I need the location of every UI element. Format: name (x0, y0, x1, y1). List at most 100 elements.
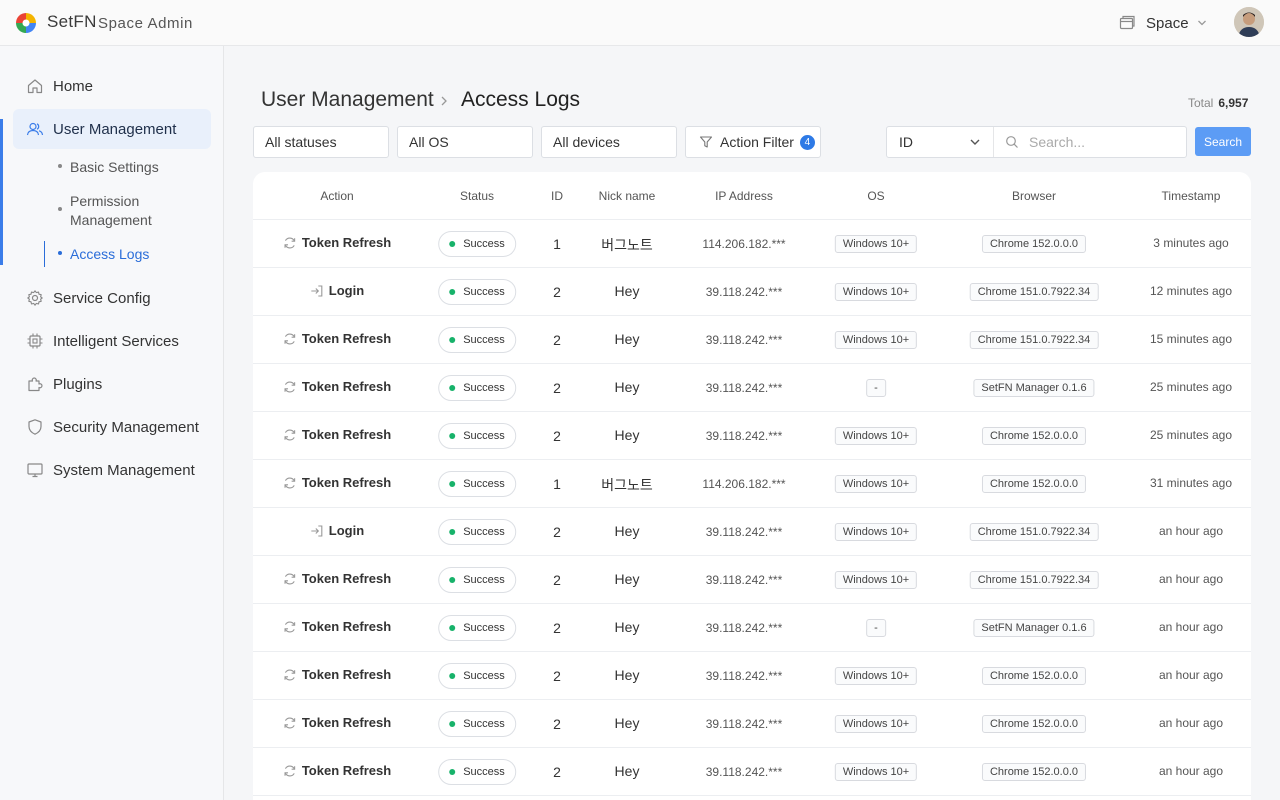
action-label: Token Refresh (301, 475, 392, 490)
user-id: 2 (553, 524, 561, 540)
refresh-icon (284, 621, 296, 632)
ip-address: 39.118.242.*** (705, 621, 783, 635)
column-header-ip-address[interactable]: IP Address (715, 189, 773, 203)
table-row[interactable]: Login Success 2 Hey 39.118.242.*** Windows 10… (253, 268, 1251, 316)
breadcrumb-parent[interactable]: User Management (261, 88, 434, 112)
action-filter-button[interactable]: Action Filter 4 (685, 126, 821, 158)
ip-address: 39.118.242.*** (705, 573, 783, 587)
column-header-status[interactable]: Status (460, 189, 494, 203)
status-dot-icon (449, 673, 456, 679)
user-id: 2 (553, 428, 561, 444)
ip-address: 39.118.242.*** (705, 333, 783, 347)
nick-name: Hey (614, 331, 640, 347)
table-row[interactable]: Token Refresh Success 2 Hey 39.118.242.*** - S… (253, 604, 1251, 652)
sidebar-item-intelligent-services[interactable]: Intelligent Services (13, 321, 211, 361)
status-dot-icon (449, 241, 456, 247)
table-row[interactable]: Token Refresh Success 2 Hey 39.118.242.*** Wi… (253, 412, 1251, 460)
table-row[interactable]: Token Refresh Success 2 Hey 39.118.242.*** - S… (253, 364, 1251, 412)
nick-name: Hey (614, 715, 640, 731)
search-box (995, 127, 1185, 157)
sidebar-item-user-management[interactable]: User Management (13, 109, 211, 149)
os-filter-select[interactable]: All OS (397, 126, 533, 158)
column-header-id[interactable]: ID (551, 189, 563, 203)
sidebar-subitem-label: Basic Settings (70, 159, 159, 175)
sidebar-item-home[interactable]: Home (13, 66, 211, 106)
status-label: Success (463, 334, 505, 346)
status-dot-icon (449, 433, 456, 439)
column-header-nick-name[interactable]: Nick name (599, 189, 656, 203)
table-row[interactable]: Token Refresh Success 2 Hey 39.118.242.*** Wi… (253, 652, 1251, 700)
table-row[interactable]: Login Success 2 Hey 39.118.242.*** Windows 10… (253, 508, 1251, 556)
sidebar-subitem-access-logs[interactable]: Access Logs (58, 245, 149, 264)
sidebar-item-plugins[interactable]: Plugins (13, 364, 211, 404)
column-header-action[interactable]: Action (320, 189, 353, 203)
gear-icon (27, 290, 43, 306)
search-button[interactable]: Search (1195, 127, 1251, 156)
bullet-icon (58, 251, 62, 256)
status-dot-icon (449, 769, 456, 775)
setfn-logo-icon[interactable] (15, 12, 37, 34)
table-row[interactable]: Token Refresh Success 2 Hey 39.118.242.*** Wi… (253, 556, 1251, 604)
table-row[interactable]: Token Refresh Success 2 Hey 39.118.242.*** Wi… (253, 748, 1251, 796)
ip-address: 39.118.242.*** (705, 765, 783, 779)
action-label: Token Refresh (301, 571, 392, 586)
status-badge: Success (438, 471, 516, 497)
browser-tag: Chrome 152.0.0.0 (981, 235, 1087, 253)
timestamp: an hour ago (1158, 572, 1224, 586)
action-label: Login (328, 283, 365, 298)
action-label: Token Refresh (301, 763, 392, 778)
status-badge: Success (438, 327, 516, 353)
search-icon (1006, 136, 1018, 148)
space-switcher[interactable]: Space (1118, 12, 1207, 34)
column-header-os[interactable]: OS (867, 189, 884, 203)
timestamp: an hour ago (1158, 524, 1224, 538)
column-header-timestamp[interactable]: Timestamp (1162, 189, 1221, 203)
action-label: Token Refresh (301, 667, 392, 682)
table-row[interactable]: Token Refresh Success 2 Hey 39.118.242.*** Wi… (253, 316, 1251, 364)
nick-name: Hey (614, 283, 640, 299)
column-header-browser[interactable]: Browser (1012, 189, 1056, 203)
status-label: Success (463, 622, 505, 634)
search-input[interactable] (1029, 134, 1179, 150)
chevron-down-icon (970, 139, 980, 145)
device-filter-select[interactable]: All devices (541, 126, 677, 158)
user-avatar[interactable] (1234, 7, 1264, 37)
os-tag: - (866, 619, 886, 637)
nick-name: Hey (614, 667, 640, 683)
sidebar-item-system-management[interactable]: System Management (13, 450, 211, 490)
status-filter-select[interactable]: All statuses (253, 126, 389, 158)
table-row[interactable]: Token Refresh Success 2 Hey 39.118.242.*** Wi… (253, 700, 1251, 748)
status-label: Success (463, 478, 505, 490)
status-label: Success (463, 430, 505, 442)
nick-name: 버그노트 (601, 237, 653, 253)
os-tag: Windows 10+ (834, 571, 918, 589)
status-badge: Success (438, 663, 516, 689)
status-label: Success (463, 718, 505, 730)
sidebar-item-security-management[interactable]: Security Management (13, 407, 211, 447)
status-badge: Success (438, 567, 516, 593)
sidebar-subitem-permission-management[interactable]: Permission Management (58, 192, 168, 230)
action-cell: Token Refresh (283, 427, 391, 442)
action-label: Token Refresh (301, 619, 392, 634)
sidebar-item-service-config[interactable]: Service Config (13, 278, 211, 318)
action-cell: Token Refresh (283, 331, 391, 346)
total-count: Total 6,957 (1188, 96, 1248, 110)
os-tag: Windows 10+ (834, 427, 918, 445)
action-label: Login (328, 523, 365, 538)
table-row[interactable]: Token Refresh Success 1 버그노트 114.206.182.***… (253, 460, 1251, 508)
sidebar-subitem-basic-settings[interactable]: Basic Settings (58, 158, 159, 177)
os-tag: - (866, 379, 886, 397)
status-label: Success (463, 526, 505, 538)
refresh-icon (284, 669, 296, 680)
os-tag: Windows 10+ (834, 523, 918, 541)
brand-name[interactable]: SetFN (47, 12, 97, 32)
user-id: 1 (553, 476, 561, 492)
page-title: Access Logs (461, 88, 581, 111)
status-dot-icon (449, 721, 456, 727)
refresh-icon (284, 717, 296, 728)
browser-tag: SetFN Manager 0.1.6 (973, 379, 1095, 397)
refresh-icon (284, 765, 296, 776)
table-row[interactable]: Token Refresh Success 1 버그노트 114.206.182.***… (253, 220, 1251, 268)
search-field-select[interactable]: ID (887, 127, 994, 157)
action-cell: Token Refresh (283, 763, 391, 778)
